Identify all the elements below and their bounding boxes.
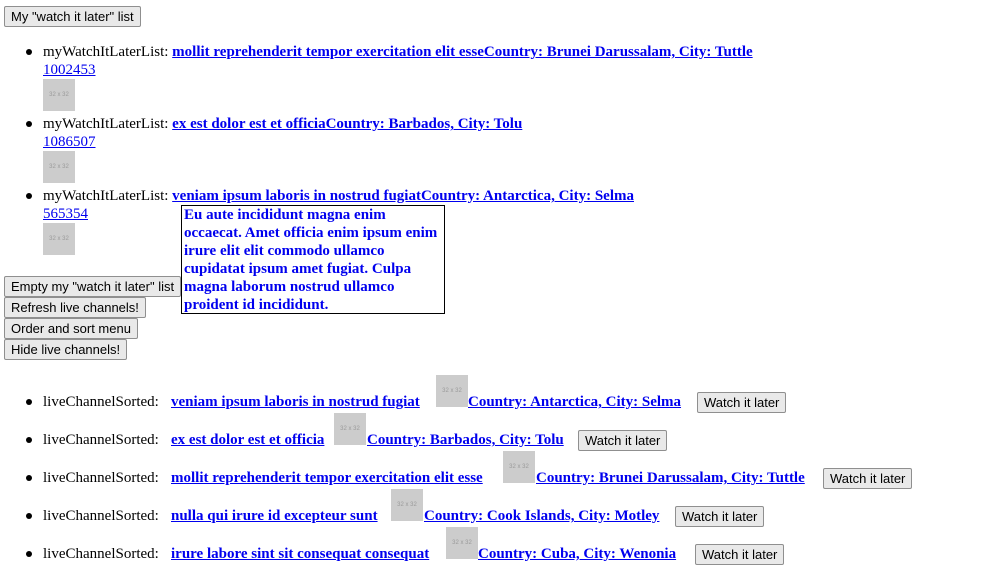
thumbnail-image: 32 x 32 (436, 375, 468, 407)
thumbnail-image: 32 x 32 (446, 527, 478, 559)
item-prefix: myWatchItLaterList: (43, 188, 169, 204)
live-channel-location-link[interactable]: Country: Antarctica, City: Selma (468, 393, 681, 411)
item-title-link[interactable]: ex est dolor est et officiaCountry: Barb… (172, 116, 522, 132)
watch-it-later-button[interactable]: Watch it later (695, 544, 785, 565)
live-channel-location-link[interactable]: Country: Barbados, City: Tolu (367, 431, 564, 449)
item-id-link[interactable]: 565354 (43, 205, 88, 223)
live-channel-prefix: liveChannelSorted: (43, 508, 159, 524)
list-bullet (26, 121, 32, 127)
watch-list-item: myWatchItLaterList: veniam ipsum laboris… (43, 187, 634, 205)
thumbnail-image: 32 x 32 (334, 413, 366, 445)
item-prefix: myWatchItLaterList: (43, 116, 169, 132)
thumbnail-image: 32 x 32 (391, 489, 423, 521)
live-channel-prefix: liveChannelSorted: (43, 432, 159, 448)
list-bullet (26, 193, 32, 199)
list-bullet (26, 437, 32, 443)
live-channel-prefix: liveChannelSorted: (43, 546, 159, 562)
item-id-link[interactable]: 1086507 (43, 133, 96, 151)
watch-it-later-button[interactable]: Watch it later (675, 506, 765, 527)
watch-it-later-button[interactable]: Watch it later (578, 430, 668, 451)
watch-list-item: myWatchItLaterList: ex est dolor est et … (43, 115, 522, 133)
description-tooltip: Eu aute incididunt magna enim occaecat. … (181, 205, 445, 314)
empty-watch-later-button[interactable]: Empty my "watch it later" list (4, 276, 182, 297)
order-sort-menu-button[interactable]: Order and sort menu (4, 318, 138, 339)
live-channel-location-link[interactable]: Country: Cuba, City: Wenonia (478, 545, 676, 563)
live-channel-title-link[interactable]: mollit reprehenderit tempor exercitation… (171, 469, 483, 487)
my-watch-later-list-button[interactable]: My "watch it later" list (4, 6, 141, 27)
list-bullet (26, 399, 32, 405)
live-channel-location-link[interactable]: Country: Cook Islands, City: Motley (424, 507, 659, 525)
live-channel-title-link[interactable]: irure labore sint sit consequat consequa… (171, 545, 429, 563)
refresh-live-channels-button[interactable]: Refresh live channels! (4, 297, 146, 318)
live-channel-prefix: liveChannelSorted: (43, 470, 159, 486)
item-id-link[interactable]: 1002453 (43, 61, 96, 79)
thumbnail-image: 32 x 32 (43, 223, 75, 255)
item-prefix: myWatchItLaterList: (43, 44, 169, 60)
live-channel-title-link[interactable]: nulla qui irure id excepteur sunt (171, 507, 378, 525)
thumbnail-image: 32 x 32 (43, 79, 75, 111)
item-title-link[interactable]: veniam ipsum laboris in nostrud fugiatCo… (172, 188, 634, 204)
watch-it-later-button[interactable]: Watch it later (823, 468, 913, 489)
hide-live-channels-button[interactable]: Hide live channels! (4, 339, 128, 360)
live-channel-title-link[interactable]: ex est dolor est et officia (171, 431, 324, 449)
live-channel-location-link[interactable]: Country: Brunei Darussalam, City: Tuttle (536, 469, 805, 487)
thumbnail-image: 32 x 32 (43, 151, 75, 183)
list-bullet (26, 551, 32, 557)
list-bullet (26, 475, 32, 481)
live-channel-title-link[interactable]: veniam ipsum laboris in nostrud fugiat (171, 393, 420, 411)
watch-it-later-button[interactable]: Watch it later (697, 392, 787, 413)
list-bullet (26, 49, 32, 55)
thumbnail-image: 32 x 32 (503, 451, 535, 483)
live-channel-prefix: liveChannelSorted: (43, 394, 159, 410)
watch-list-item: myWatchItLaterList: mollit reprehenderit… (43, 43, 753, 61)
list-bullet (26, 513, 32, 519)
item-title-link[interactable]: mollit reprehenderit tempor exercitation… (172, 44, 752, 60)
